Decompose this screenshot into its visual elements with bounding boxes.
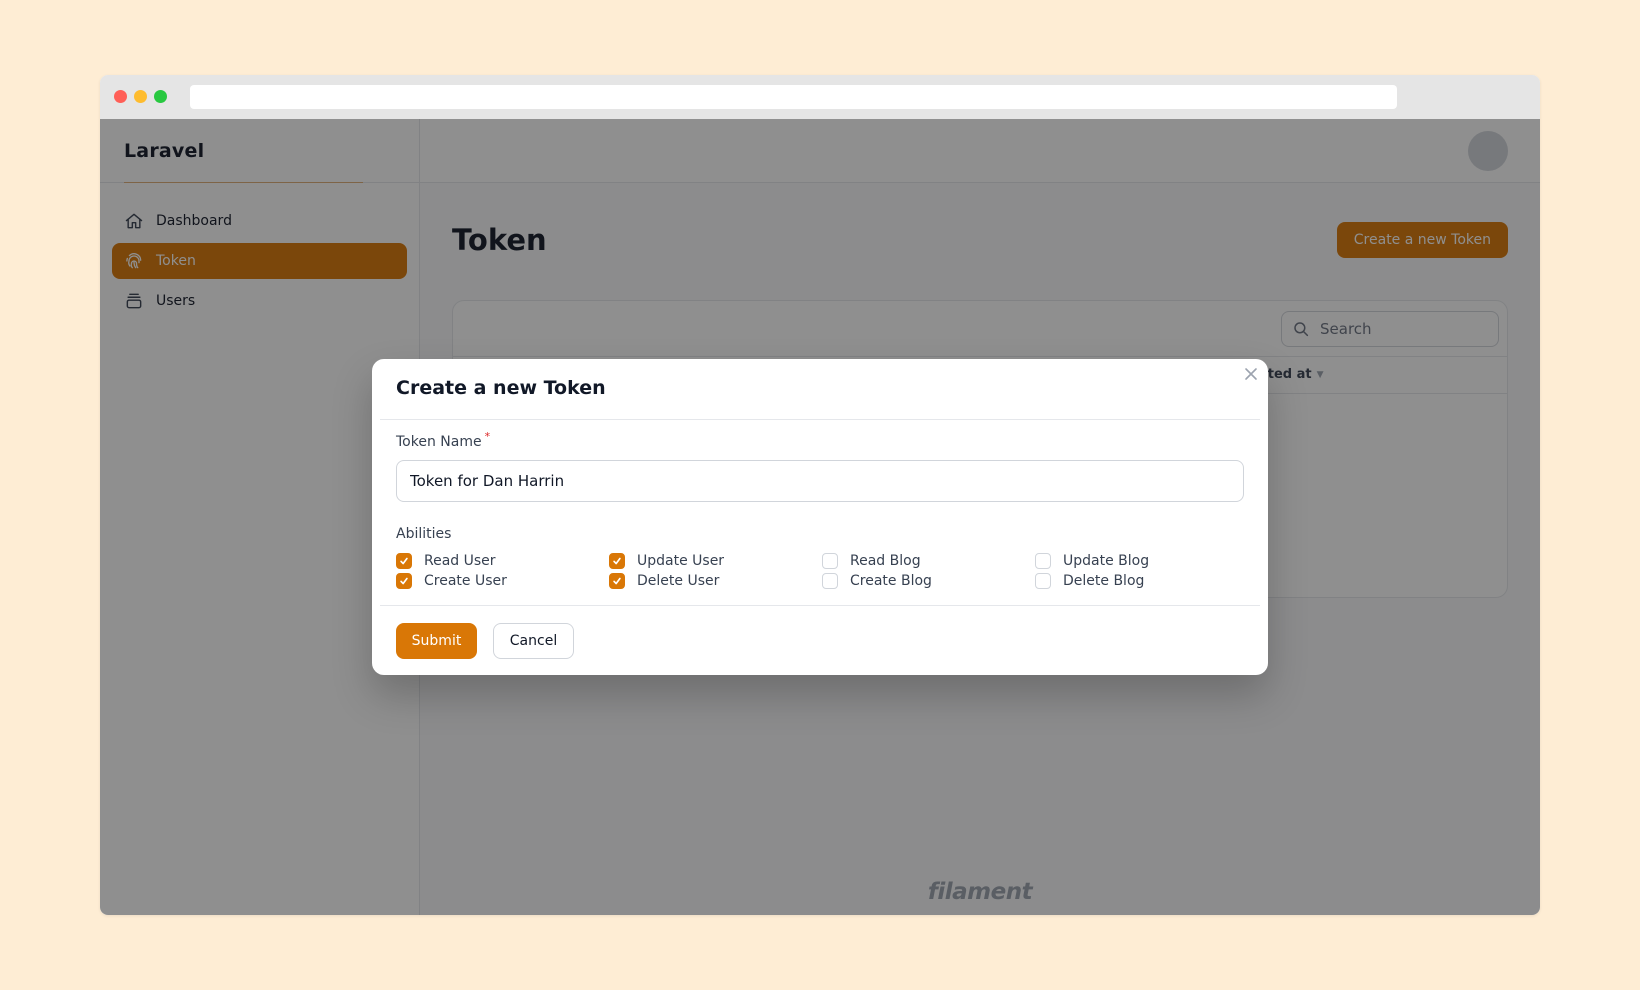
checkbox-unchecked[interactable] bbox=[822, 553, 838, 569]
maximize-window-dot[interactable] bbox=[154, 90, 167, 103]
checkbox-unchecked[interactable] bbox=[1035, 573, 1051, 589]
ability-create-blog[interactable]: Create Blog bbox=[822, 571, 1035, 591]
modal-divider bbox=[380, 605, 1260, 606]
address-bar[interactable] bbox=[190, 85, 1397, 109]
modal-divider bbox=[380, 419, 1260, 420]
ability-delete-blog[interactable]: Delete Blog bbox=[1035, 571, 1248, 591]
ability-create-user[interactable]: Create User bbox=[396, 571, 609, 591]
close-window-dot[interactable] bbox=[114, 90, 127, 103]
checkbox-unchecked[interactable] bbox=[1035, 553, 1051, 569]
checkbox-checked[interactable] bbox=[396, 553, 412, 569]
ability-label: Create Blog bbox=[850, 573, 932, 589]
submit-button[interactable]: Submit bbox=[396, 623, 477, 659]
ability-label: Delete Blog bbox=[1063, 573, 1145, 589]
close-icon[interactable] bbox=[1242, 365, 1260, 383]
ability-label: Delete User bbox=[637, 573, 720, 589]
ability-label: Read Blog bbox=[850, 553, 921, 569]
token-name-label-text: Token Name bbox=[396, 434, 482, 450]
ability-label: Create User bbox=[424, 573, 507, 589]
browser-chrome bbox=[100, 75, 1540, 119]
ability-label: Update User bbox=[637, 553, 725, 569]
ability-label: Update Blog bbox=[1063, 553, 1150, 569]
ability-update-user[interactable]: Update User bbox=[609, 551, 822, 571]
ability-update-blog[interactable]: Update Blog bbox=[1035, 551, 1248, 571]
checkbox-unchecked[interactable] bbox=[822, 573, 838, 589]
token-name-label: Token Name * bbox=[396, 430, 490, 450]
checkbox-checked[interactable] bbox=[396, 573, 412, 589]
ability-read-user[interactable]: Read User bbox=[396, 551, 609, 571]
abilities-checkbox-grid: Read User Update User Read Blog Update B… bbox=[396, 551, 1244, 591]
ability-read-blog[interactable]: Read Blog bbox=[822, 551, 1035, 571]
ability-label: Read User bbox=[424, 553, 496, 569]
cancel-button[interactable]: Cancel bbox=[493, 623, 574, 659]
required-mark: * bbox=[484, 430, 491, 443]
create-token-modal: Create a new Token Token Name* Abilities… bbox=[372, 359, 1268, 675]
token-name-input[interactable] bbox=[396, 460, 1244, 502]
checkbox-checked[interactable] bbox=[609, 573, 625, 589]
checkbox-checked[interactable] bbox=[609, 553, 625, 569]
minimize-window-dot[interactable] bbox=[134, 90, 147, 103]
abilities-label: Abilities bbox=[396, 526, 452, 542]
modal-title: Create a new Token bbox=[396, 377, 606, 399]
ability-delete-user[interactable]: Delete User bbox=[609, 571, 822, 591]
